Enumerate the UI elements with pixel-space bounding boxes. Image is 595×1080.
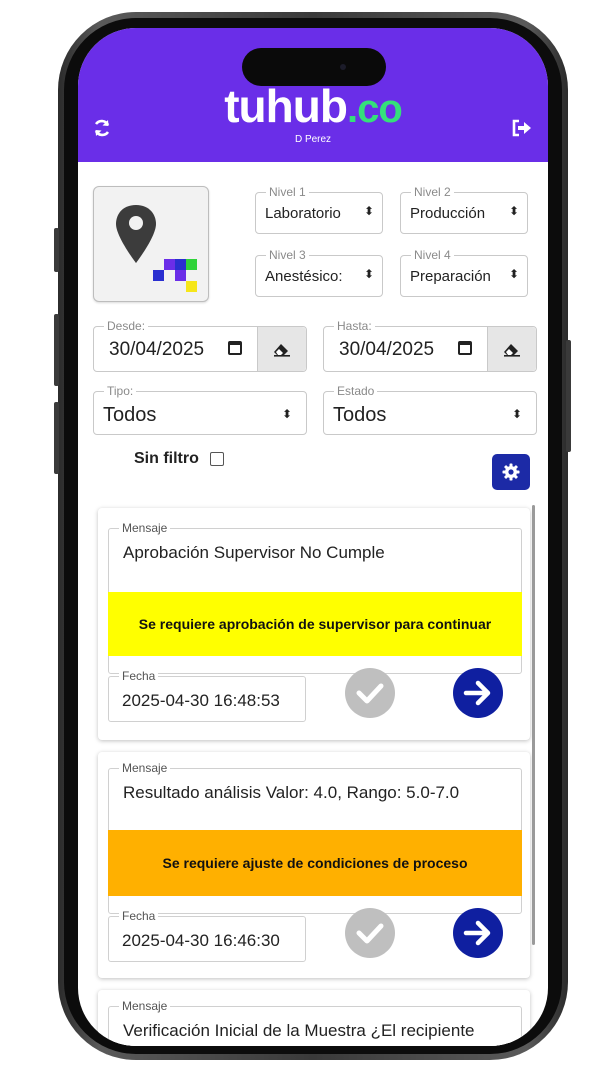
nivel1-label: Nivel 1 [266,185,309,199]
message-list[interactable]: Mensaje Aprobación Supervisor No Cumple … [94,504,538,1046]
mute-switch [54,228,59,272]
nivel1-value: Laboratorio [265,205,341,222]
check-icon [356,683,384,704]
message-card: Mensaje Resultado análisis Valor: 4.0, R… [98,752,530,978]
message-text: Aprobación Supervisor No Cumple [123,543,385,562]
select-arrows-icon: ⬍ [508,204,519,218]
acknowledge-button[interactable] [345,908,395,958]
logout-icon[interactable] [510,116,534,140]
select-arrows-icon: ⬍ [508,267,519,281]
phone-screen: tuhub.co D Perez Nivel 1 Laboratorio ⬍ N… [78,28,548,1046]
sin-filtro-label: Sin filtro [134,450,199,467]
tipo-label: Tipo: [104,384,137,398]
power-button [566,340,571,452]
arrow-right-icon [463,680,491,706]
app-logo: tuhub.co [78,80,548,135]
clear-desde-button[interactable] [257,327,306,371]
clear-hasta-button[interactable] [487,327,536,371]
user-name: D Perez [294,134,332,145]
nivel3-label: Nivel 3 [266,248,309,262]
estado-label: Estado [334,384,378,398]
message-label: Mensaje [119,521,171,535]
select-arrows-icon: ⬍ [363,204,374,218]
nivel1-select[interactable]: Nivel 1 Laboratorio ⬍ [255,185,383,234]
hasta-label: Hasta: [334,319,375,333]
nivel3-select[interactable]: Nivel 3 Anestésico: ⬍ [255,248,383,297]
tipo-value: Todos [103,404,157,426]
calendar-icon[interactable] [458,341,472,355]
app-header: tuhub.co D Perez [78,28,548,162]
message-banner: Se requiere ajuste de condiciones de pro… [108,830,522,896]
calendar-icon[interactable] [228,341,242,355]
nivel2-label: Nivel 2 [411,185,454,199]
date-value: 2025-04-30 16:46:30 [122,931,280,950]
hasta-value: 30/04/2025 [339,339,435,360]
date-box: Fecha 2025-04-30 16:48:53 [108,669,306,722]
desde-value: 30/04/2025 [109,339,205,360]
nivel4-value: Preparación [410,268,491,285]
date-box: Fecha 2025-04-30 16:46:30 [108,909,306,962]
settings-button[interactable] [492,454,530,490]
select-arrows-icon: ⬍ [363,267,374,281]
nivel2-value: Producción [410,205,486,222]
hasta-date-field[interactable]: Hasta: 30/04/2025 [323,319,537,372]
estado-value: Todos [333,404,387,426]
camera-dot [340,64,346,70]
logo-tld: .co [346,87,403,131]
eraser-icon [504,344,520,357]
message-card: Mensaje Verificación Inicial de la Muest… [98,990,530,1046]
message-box: Mensaje Verificación Inicial de la Muest… [108,999,522,1046]
message-text: Resultado análisis Valor: 4.0, Rango: 5.… [123,783,460,802]
nivel3-value: Anestésico: [265,268,343,285]
date-label: Fecha [119,669,159,683]
desde-label: Desde: [104,319,149,333]
open-message-button[interactable] [453,668,503,718]
open-message-button[interactable] [453,908,503,958]
nivel4-label: Nivel 4 [411,248,454,262]
select-arrows-icon: ⬍ [281,407,292,421]
message-label: Mensaje [119,761,171,775]
map-pin-icon [116,205,197,292]
check-icon [356,923,384,944]
message-text: Verificación Inicial de la Muestra ¿El r… [123,1021,475,1040]
date-value: 2025-04-30 16:48:53 [122,691,280,710]
date-label: Fecha [119,909,159,923]
estado-select[interactable]: Estado Todos ⬍ [323,384,537,435]
message-card: Mensaje Aprobación Supervisor No Cumple … [98,508,530,740]
acknowledge-button[interactable] [345,668,395,718]
refresh-icon[interactable] [90,116,114,140]
sin-filtro-checkbox[interactable] [210,452,224,466]
select-arrows-icon: ⬍ [511,407,522,421]
gear-icon [502,463,520,481]
volume-down-button [54,402,59,474]
desde-date-field[interactable]: Desde: 30/04/2025 [93,319,307,372]
volume-up-button [54,314,59,386]
nivel4-select[interactable]: Nivel 4 Preparación ⬍ [400,248,528,297]
tipo-select[interactable]: Tipo: Todos ⬍ [93,384,307,435]
list-scrollbar[interactable] [532,505,535,945]
nivel2-select[interactable]: Nivel 2 Producción ⬍ [400,185,528,234]
location-image [93,186,209,302]
eraser-icon [274,344,290,357]
arrow-right-icon [463,920,491,946]
logo-main: tuhub [224,80,348,132]
message-label: Mensaje [119,999,171,1013]
message-banner: Se requiere aprobación de supervisor par… [108,592,522,656]
